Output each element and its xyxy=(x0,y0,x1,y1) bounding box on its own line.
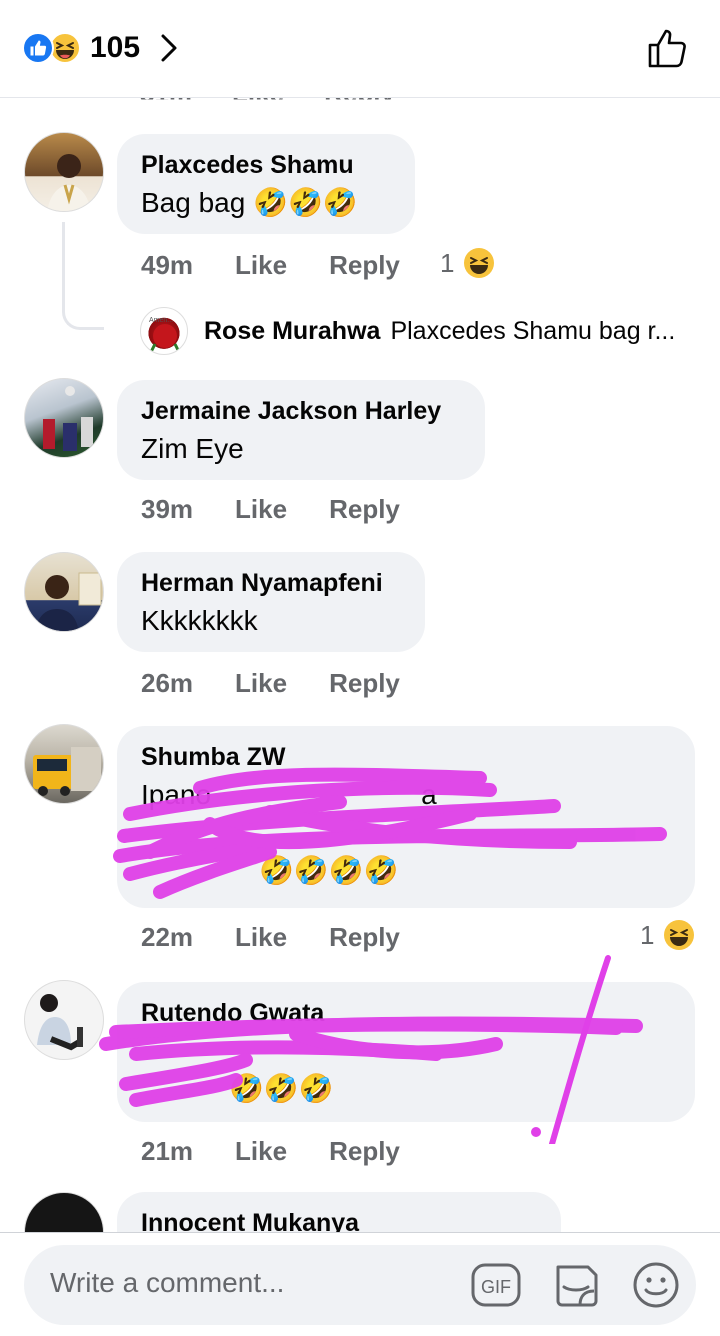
like-button[interactable]: Like xyxy=(235,250,287,281)
gif-icon[interactable]: GIF xyxy=(470,1259,522,1311)
comment-author[interactable]: Jermaine Jackson Harley xyxy=(141,396,461,426)
comment-text: Ipano a 🤣🤣🤣🤣 xyxy=(141,779,437,886)
comment-bubble[interactable]: Shumba ZW Ipano a 🤣🤣🤣🤣 xyxy=(117,726,695,908)
emoji-icon[interactable] xyxy=(630,1259,682,1311)
comment-actions: 26m Like Reply xyxy=(141,668,400,699)
chevron-right-icon xyxy=(161,34,177,62)
comment-bubble[interactable]: Plaxcedes Shamu Bag bag 🤣🤣🤣 xyxy=(117,134,415,234)
avatar[interactable] xyxy=(24,378,104,458)
like-button[interactable]: Like xyxy=(235,1136,287,1167)
like-button[interactable]: Like xyxy=(235,922,287,953)
comment-text: 🤣🤣🤣 xyxy=(229,1073,334,1104)
avatar[interactable] xyxy=(24,132,104,212)
reply-button[interactable]: Reply xyxy=(329,494,400,525)
comment-actions: 22m Like Reply xyxy=(141,922,400,953)
comment-actions: 49m Like Reply xyxy=(141,250,400,281)
reply-preview[interactable]: Amen... Rose Murahwa Plaxcedes Shamu bag… xyxy=(140,306,675,356)
sticker-icon[interactable] xyxy=(550,1259,602,1311)
haha-reaction-icon xyxy=(664,920,695,950)
avatar[interactable] xyxy=(24,980,104,1060)
comment-bubble[interactable]: Jermaine Jackson Harley Zim Eye xyxy=(117,380,485,480)
comment-composer: Write a comment... GIF xyxy=(0,1232,720,1336)
like-button[interactable]: Like xyxy=(235,494,287,525)
comment-reactions[interactable]: 1 xyxy=(640,918,696,952)
svg-text:GIF: GIF xyxy=(481,1277,511,1297)
comment-placeholder: Write a comment... xyxy=(50,1267,285,1298)
svg-text:Amen...: Amen... xyxy=(149,317,173,324)
comment-text: Zim Eye xyxy=(141,433,244,464)
comment-author[interactable]: Shumba ZW xyxy=(141,742,671,772)
avatar[interactable]: Amen... xyxy=(140,307,188,355)
reply-button[interactable]: Reply xyxy=(329,250,400,281)
comment-time: 21m xyxy=(141,1136,194,1166)
avatar[interactable] xyxy=(24,724,104,804)
comment-author[interactable]: Herman Nyamapfeni xyxy=(141,568,401,598)
thread-connector xyxy=(62,222,104,330)
comment-actions: 39m Like Reply xyxy=(141,494,400,525)
reaction-count: 105 xyxy=(90,31,141,64)
reply-text: Plaxcedes Shamu bag r... xyxy=(390,316,676,345)
comment-reactions[interactable]: 1 xyxy=(440,246,496,280)
avatar[interactable] xyxy=(24,552,104,632)
comment-text: Kkkkkkkk xyxy=(141,605,258,636)
reply-button[interactable]: Reply xyxy=(329,1136,400,1167)
comment-actions: 21m Like Reply xyxy=(141,1136,400,1167)
comment-time: 49m xyxy=(141,250,194,280)
comment-time: 22m xyxy=(141,922,194,952)
reactions-summary[interactable]: 105 xyxy=(22,28,180,68)
comment-time: 26m xyxy=(141,668,194,698)
comment-input[interactable]: Write a comment... GIF xyxy=(24,1245,696,1325)
like-reaction-icon xyxy=(22,32,54,64)
comment-author[interactable]: Rutendo Gwata xyxy=(141,998,671,1028)
comment-time: 39m xyxy=(141,494,194,524)
comment-author[interactable]: Plaxcedes Shamu xyxy=(141,150,391,180)
thumbs-up-icon[interactable] xyxy=(646,26,690,70)
comment-text: Bag bag 🤣🤣🤣 xyxy=(141,187,358,218)
comment-bubble[interactable]: Rutendo Gwata 🤣🤣🤣 xyxy=(117,982,695,1122)
reactions-header: 105 xyxy=(0,0,720,98)
reply-button[interactable]: Reply xyxy=(329,922,400,953)
like-button[interactable]: Like xyxy=(235,668,287,699)
reply-author[interactable]: Rose Murahwa xyxy=(204,317,380,346)
reply-button[interactable]: Reply xyxy=(329,668,400,699)
haha-reaction-icon xyxy=(464,248,495,278)
comment-bubble[interactable]: Herman Nyamapfeni Kkkkkkkk xyxy=(117,552,425,652)
